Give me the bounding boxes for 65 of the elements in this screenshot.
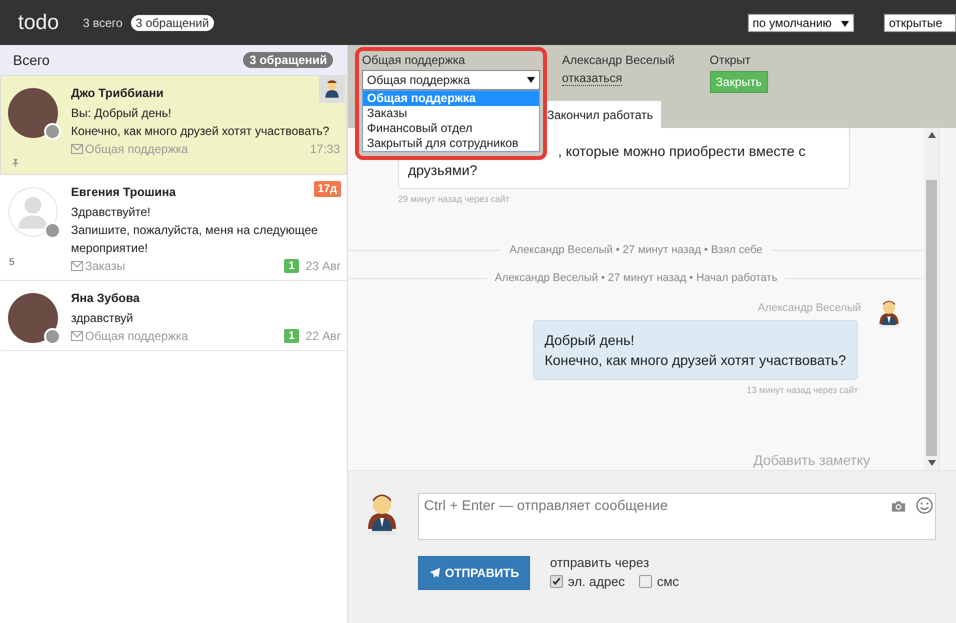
agent-avatar-icon	[876, 298, 902, 328]
smiley-icon[interactable]	[916, 497, 933, 514]
filter-select[interactable]: открытые	[884, 14, 956, 32]
contact-name: Яна Зубова	[71, 291, 140, 305]
message-line: Добрый день!	[544, 331, 636, 350]
status-label: Открыт	[710, 53, 752, 67]
app-logo[interactable]: todo	[18, 10, 59, 34]
envelope-icon	[71, 331, 83, 341]
envelope-icon	[71, 261, 83, 271]
conversation-time: 22 Авг	[306, 329, 341, 343]
checkbox-label: эл. адрес	[568, 574, 625, 589]
conversation-time: 23 Авг	[306, 259, 341, 273]
message-author: Александр Веселый	[758, 302, 861, 314]
decline-link[interactable]: отказаться	[562, 71, 622, 86]
message-preview: Вы: Добрый день!	[71, 105, 172, 122]
total-count: 3 всего	[82, 16, 123, 30]
message-preview: Здравствуйте!	[71, 204, 152, 221]
checkbox[interactable]	[638, 575, 652, 588]
user-silhouette-icon	[8, 187, 58, 237]
message-meta: 13 минут назад через сайт	[746, 385, 858, 395]
count-badge: 3 обращений	[243, 52, 333, 68]
department-select[interactable]: Общая поддержка	[362, 70, 540, 90]
sort-select[interactable]: по умолчанию	[748, 14, 854, 32]
envelope-icon	[71, 144, 83, 154]
channel-label: Заказы	[71, 259, 126, 273]
caret-icon	[527, 77, 535, 83]
side-count: 5	[9, 257, 15, 268]
contact-name: Евгения Трошина	[71, 185, 176, 199]
camera-icon[interactable]	[891, 500, 906, 513]
conversation-item[interactable]: 17д 5 Евгения Трошина Здравствуйте! Запишите, пожалуйста, меня на следующее мероприятие! Заказы 1 23 Авг	[0, 175, 347, 281]
unread-badge: 1	[284, 329, 299, 343]
message-meta: 29 минут назад через сайт	[398, 194, 510, 204]
status-dot	[44, 123, 61, 140]
message-preview: Конечно, как много друзей хотят участвовать?	[71, 123, 330, 140]
message-line: Конечно, как много друзей хотят участвовать?	[544, 351, 846, 370]
send-via-label: отправить через	[550, 555, 650, 570]
scroll-up-icon[interactable]	[928, 132, 936, 138]
age-badge: 17д	[314, 181, 341, 197]
photo-placeholder	[8, 88, 58, 138]
channel-label: Общая поддержка	[71, 142, 188, 156]
send-button[interactable]: ОТПРАВИТЬ	[418, 556, 530, 590]
event-text: Александр Веселый • 27 минут назад • Взял себе	[508, 244, 764, 256]
scrollbar[interactable]	[924, 128, 939, 470]
channel-label: Общая поддержка	[71, 329, 188, 343]
photo-placeholder	[8, 293, 58, 343]
count-pill: 3 обращений	[130, 14, 214, 30]
scroll-down-icon[interactable]	[928, 460, 936, 466]
paper-plane-icon	[428, 567, 441, 579]
checkbox-label: смс	[656, 574, 679, 589]
caret-icon	[841, 20, 849, 26]
unread-badge: 1	[284, 259, 299, 273]
conversation-item[interactable]: Яна Зубова здравствуй Общая поддержка 1 22 Авг	[0, 281, 347, 351]
list-title: Всего	[13, 52, 50, 68]
department-label: Общая поддержка	[362, 53, 466, 67]
conversation-item[interactable]: Джо Триббиани Вы: Добрый день! Конечно, как много друзей хотят участвовать? Общая поддержка 17:33	[0, 75, 347, 175]
status-dot	[44, 328, 61, 345]
status-dot	[44, 222, 61, 239]
contact-name: Джо Триббиани	[71, 86, 164, 100]
conversation-time: 17:33	[310, 142, 340, 156]
agent-name: Александр Веселый	[562, 53, 675, 67]
checkbox[interactable]	[550, 575, 563, 588]
message-input[interactable]: Ctrl + Enter — отправляет сообщение	[418, 493, 936, 540]
event-text: Александр Веселый • 27 минут назад • Начал работать	[494, 272, 778, 284]
message-preview: Запишите, пожалуйста, меня на следующее мероприятие!	[71, 222, 319, 257]
message-preview: здравствуй	[71, 310, 134, 327]
